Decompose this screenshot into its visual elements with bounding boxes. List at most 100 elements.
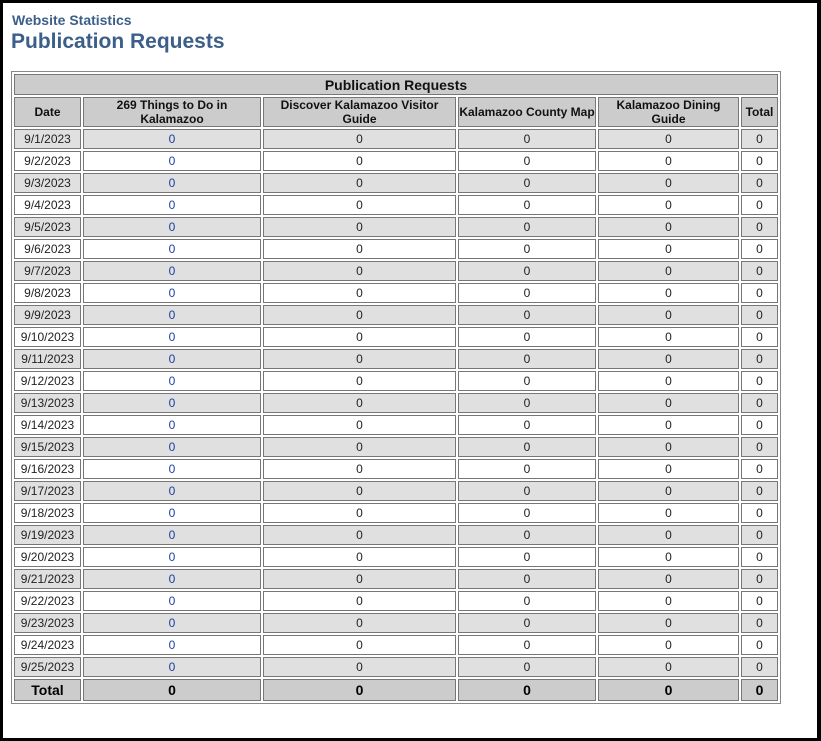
table-row: 9/19/2023 0 0 0 0 0 (14, 525, 778, 545)
count-cell: 0 (458, 481, 596, 501)
count-cell: 0 (741, 437, 778, 457)
table-row: 9/2/2023 0 0 0 0 0 (14, 151, 778, 171)
count-link[interactable]: 0 (83, 459, 261, 479)
count-cell: 0 (598, 613, 739, 633)
count-link[interactable]: 0 (83, 657, 261, 677)
count-cell: 0 (458, 525, 596, 545)
count-link[interactable]: 0 (83, 393, 261, 413)
count-cell: 0 (263, 261, 456, 281)
total-cell: 0 (83, 679, 261, 701)
count-link[interactable]: 0 (83, 173, 261, 193)
count-cell: 0 (741, 151, 778, 171)
count-cell: 0 (598, 349, 739, 369)
table-row: 9/7/2023 0 0 0 0 0 (14, 261, 778, 281)
count-cell: 0 (598, 503, 739, 523)
count-link[interactable]: 0 (83, 129, 261, 149)
count-link[interactable]: 0 (83, 503, 261, 523)
count-link[interactable]: 0 (83, 547, 261, 567)
count-link[interactable]: 0 (83, 591, 261, 611)
total-cell: 0 (598, 679, 739, 701)
count-link[interactable]: 0 (83, 569, 261, 589)
count-cell: 0 (263, 195, 456, 215)
count-cell: 0 (598, 459, 739, 479)
count-cell: 0 (598, 591, 739, 611)
count-cell: 0 (458, 305, 596, 325)
table-row: 9/4/2023 0 0 0 0 0 (14, 195, 778, 215)
count-cell: 0 (263, 173, 456, 193)
date-cell: 9/18/2023 (14, 503, 81, 523)
count-link[interactable]: 0 (83, 283, 261, 303)
date-cell: 9/3/2023 (14, 173, 81, 193)
count-cell: 0 (458, 349, 596, 369)
count-link[interactable]: 0 (83, 327, 261, 347)
count-link[interactable]: 0 (83, 217, 261, 237)
count-cell: 0 (741, 613, 778, 633)
table-row: 9/6/2023 0 0 0 0 0 (14, 239, 778, 259)
count-cell: 0 (598, 525, 739, 545)
date-cell: 9/16/2023 (14, 459, 81, 479)
count-cell: 0 (741, 327, 778, 347)
count-cell: 0 (598, 481, 739, 501)
count-link[interactable]: 0 (83, 481, 261, 501)
count-cell: 0 (263, 591, 456, 611)
table-row: 9/11/2023 0 0 0 0 0 (14, 349, 778, 369)
totals-label: Total (14, 679, 81, 701)
table-row: 9/17/2023 0 0 0 0 0 (14, 481, 778, 501)
count-link[interactable]: 0 (83, 239, 261, 259)
count-link[interactable]: 0 (83, 371, 261, 391)
count-cell: 0 (598, 217, 739, 237)
count-link[interactable]: 0 (83, 437, 261, 457)
total-cell: 0 (741, 679, 778, 701)
count-cell: 0 (598, 415, 739, 435)
count-cell: 0 (458, 503, 596, 523)
count-link[interactable]: 0 (83, 635, 261, 655)
count-cell: 0 (263, 635, 456, 655)
count-cell: 0 (598, 635, 739, 655)
count-cell: 0 (458, 217, 596, 237)
count-cell: 0 (458, 239, 596, 259)
count-cell: 0 (741, 503, 778, 523)
count-cell: 0 (741, 657, 778, 677)
count-cell: 0 (741, 591, 778, 611)
table-row: 9/23/2023 0 0 0 0 0 (14, 613, 778, 633)
count-cell: 0 (458, 657, 596, 677)
count-cell: 0 (741, 239, 778, 259)
count-link[interactable]: 0 (83, 613, 261, 633)
column-header: Kalamazoo County Map (458, 97, 596, 127)
table-row: 9/15/2023 0 0 0 0 0 (14, 437, 778, 457)
page-subtitle: Website Statistics (12, 12, 132, 28)
count-cell: 0 (458, 437, 596, 457)
column-header: 269 Things to Do in Kalamazoo (83, 97, 261, 127)
count-cell: 0 (741, 371, 778, 391)
count-cell: 0 (598, 283, 739, 303)
date-cell: 9/21/2023 (14, 569, 81, 589)
count-cell: 0 (458, 173, 596, 193)
count-link[interactable]: 0 (83, 195, 261, 215)
column-header: Kalamazoo Dining Guide (598, 97, 739, 127)
count-link[interactable]: 0 (83, 305, 261, 325)
date-cell: 9/15/2023 (14, 437, 81, 457)
count-cell: 0 (598, 437, 739, 457)
count-link[interactable]: 0 (83, 415, 261, 435)
count-cell: 0 (598, 657, 739, 677)
count-cell: 0 (741, 525, 778, 545)
count-cell: 0 (741, 349, 778, 369)
count-cell: 0 (741, 393, 778, 413)
count-cell: 0 (741, 129, 778, 149)
count-cell: 0 (741, 481, 778, 501)
count-link[interactable]: 0 (83, 525, 261, 545)
count-cell: 0 (263, 657, 456, 677)
date-cell: 9/10/2023 (14, 327, 81, 347)
count-cell: 0 (458, 415, 596, 435)
count-link[interactable]: 0 (83, 349, 261, 369)
count-cell: 0 (741, 283, 778, 303)
date-cell: 9/17/2023 (14, 481, 81, 501)
column-header: Total (741, 97, 778, 127)
table-caption: Publication Requests (14, 74, 778, 95)
count-link[interactable]: 0 (83, 151, 261, 171)
count-cell: 0 (741, 305, 778, 325)
count-cell: 0 (263, 547, 456, 567)
count-cell: 0 (598, 195, 739, 215)
count-link[interactable]: 0 (83, 261, 261, 281)
table-row: 9/12/2023 0 0 0 0 0 (14, 371, 778, 391)
